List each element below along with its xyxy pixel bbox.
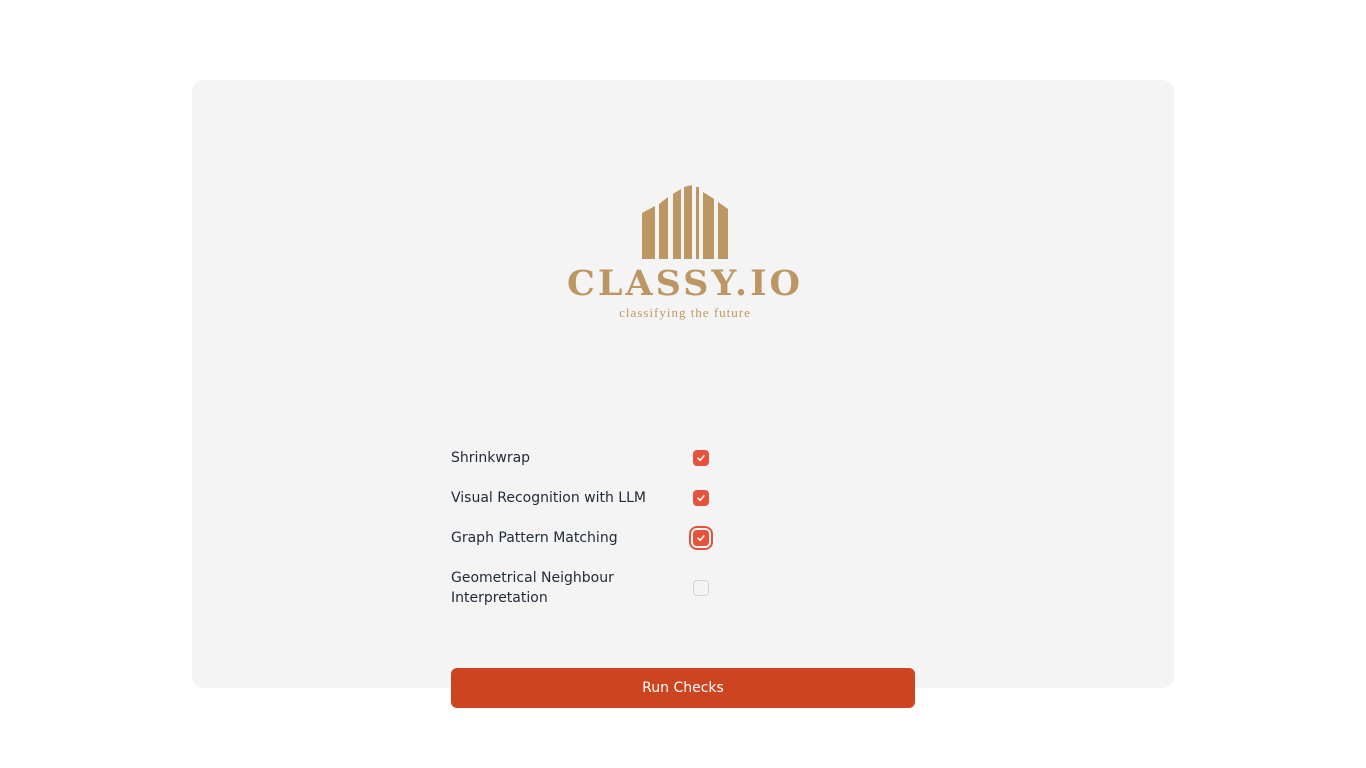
- buildings-icon: [642, 185, 728, 259]
- check-option-geometrical-neighbour[interactable]: Geometrical Neighbour Interpretation: [451, 568, 721, 608]
- brand-wordmark: CLASSY.IO: [567, 263, 803, 304]
- check-option-shrinkwrap[interactable]: Shrinkwrap: [451, 448, 721, 468]
- check-option-label: Visual Recognition with LLM: [451, 490, 646, 506]
- run-checks-button[interactable]: Run Checks: [451, 668, 915, 708]
- check-option-label: Graph Pattern Matching: [451, 530, 618, 546]
- geometrical-neighbour-checkbox[interactable]: [693, 580, 709, 596]
- check-options-list: Shrinkwrap Visual Recognition with LLM G…: [451, 448, 721, 628]
- checkmark-icon: [697, 495, 705, 502]
- check-option-visual-recognition[interactable]: Visual Recognition with LLM: [451, 488, 721, 508]
- shrinkwrap-checkbox[interactable]: [693, 450, 709, 466]
- brand-tagline: classifying the future: [619, 305, 751, 320]
- visual-recognition-checkbox[interactable]: [693, 490, 709, 506]
- graph-pattern-checkbox[interactable]: [693, 530, 709, 546]
- brand-logo: CLASSY.IO classifying the future: [560, 185, 810, 321]
- checkmark-icon: [697, 535, 705, 542]
- checkmark-icon: [697, 455, 705, 462]
- check-option-label: Geometrical Neighbour Interpretation: [451, 570, 614, 606]
- check-option-label: Shrinkwrap: [451, 450, 531, 466]
- check-option-graph-pattern[interactable]: Graph Pattern Matching: [451, 528, 721, 548]
